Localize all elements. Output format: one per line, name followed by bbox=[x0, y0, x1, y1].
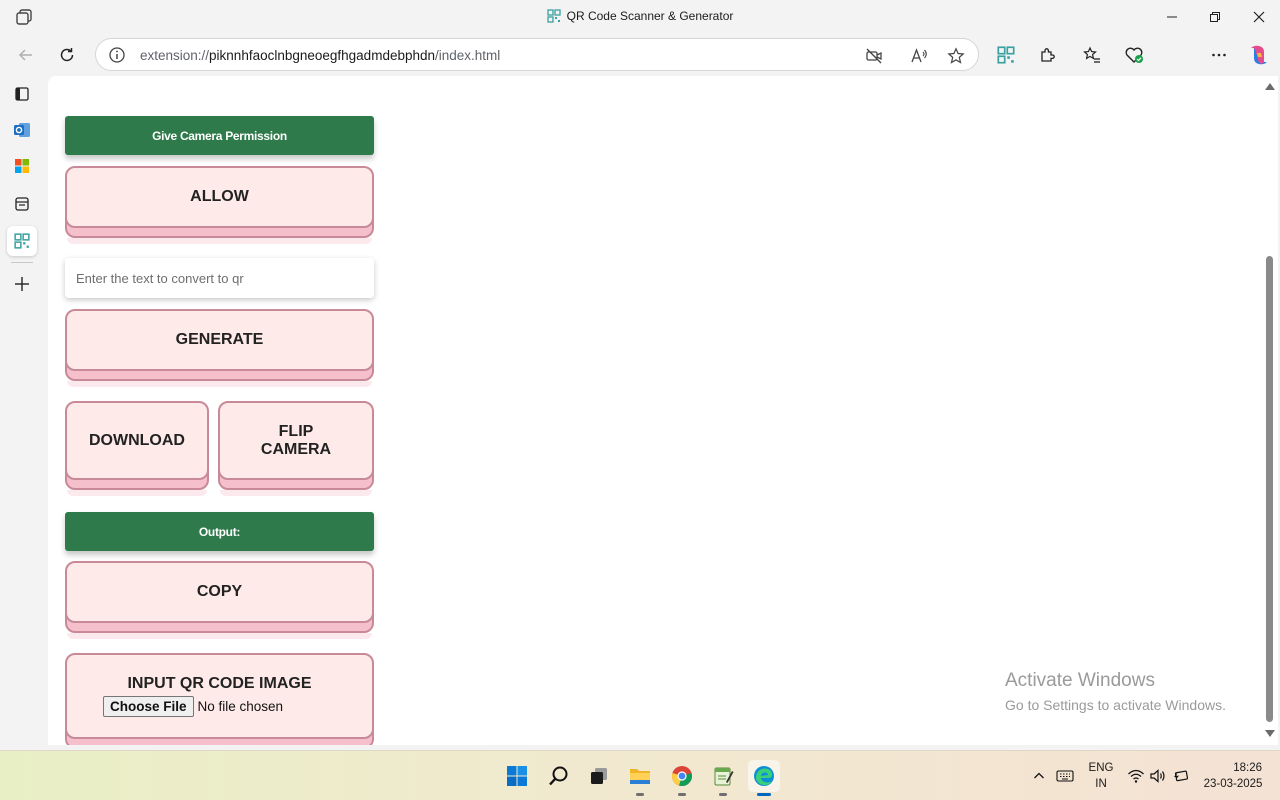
activate-windows-watermark: Activate Windows Go to Settings to activ… bbox=[1005, 670, 1226, 713]
clock-date: 23-03-2025 bbox=[1203, 778, 1263, 790]
scroll-down-arrow[interactable] bbox=[1265, 730, 1275, 737]
page-content: Give Camera Permission ALLOW GENERATE DO… bbox=[48, 76, 1262, 745]
language-indicator[interactable]: ENG IN bbox=[1087, 760, 1115, 792]
refresh-button[interactable] bbox=[51, 39, 83, 71]
qr-sidebar-app-icon[interactable] bbox=[7, 226, 37, 256]
input-qr-image-label: INPUT QR CODE IMAGE bbox=[127, 675, 312, 692]
input-qr-image-panel: INPUT QR CODE IMAGE Choose File No file … bbox=[65, 653, 374, 745]
file-explorer-icon[interactable] bbox=[624, 760, 656, 796]
title-bar: QR Code Scanner & Generator bbox=[0, 0, 1280, 34]
flip-camera-line1: FLIP bbox=[278, 422, 314, 440]
search-icon[interactable] bbox=[543, 760, 575, 792]
add-sidebar-app-icon[interactable] bbox=[7, 269, 37, 299]
tab-actions-icon[interactable] bbox=[7, 79, 37, 109]
edge-sidebar bbox=[0, 76, 46, 750]
chrome-icon[interactable] bbox=[666, 760, 698, 796]
camera-permission-header: Give Camera Permission bbox=[65, 116, 374, 155]
language-code: ENG bbox=[1088, 762, 1114, 774]
close-button[interactable] bbox=[1237, 0, 1280, 34]
allow-button-label: ALLOW bbox=[65, 166, 374, 228]
restore-button[interactable] bbox=[1193, 0, 1237, 34]
notepad-icon[interactable] bbox=[707, 760, 739, 796]
file-input[interactable]: Choose File No file chosen bbox=[103, 696, 283, 717]
qr-app-icon bbox=[546, 9, 561, 23]
calendar-tools-icon[interactable] bbox=[7, 189, 37, 219]
address-bar[interactable]: extension://piknnhfaoclnbgneoegfhgadmdeb… bbox=[95, 38, 979, 71]
site-info-icon[interactable] bbox=[108, 46, 126, 64]
file-status-text: No file chosen bbox=[197, 698, 284, 714]
battery-icon[interactable] bbox=[1170, 760, 1192, 792]
keyboard-icon[interactable] bbox=[1052, 760, 1078, 792]
outlook-icon[interactable] bbox=[7, 115, 37, 145]
url-text[interactable]: extension://piknnhfaoclnbgneoegfhgadmdeb… bbox=[140, 48, 500, 63]
more-options-icon[interactable] bbox=[1203, 39, 1235, 71]
camera-blocked-icon[interactable] bbox=[863, 45, 885, 67]
region-code: IN bbox=[1095, 778, 1107, 790]
sidebar-divider bbox=[11, 262, 33, 263]
copilot-icon[interactable] bbox=[1243, 39, 1275, 71]
browser-essentials-icon[interactable] bbox=[1118, 39, 1150, 71]
clock-time: 18:26 bbox=[1233, 762, 1262, 774]
active-indicator bbox=[757, 793, 771, 796]
microsoft365-icon[interactable] bbox=[7, 151, 37, 181]
url-scheme: extension:// bbox=[140, 48, 210, 63]
clock[interactable]: 18:26 23-03-2025 bbox=[1200, 760, 1266, 792]
copy-button-label: COPY bbox=[65, 561, 374, 623]
generate-button-label: GENERATE bbox=[65, 309, 374, 371]
url-host: piknnhfaoclnbgneoegfhgadmdebphdn bbox=[209, 48, 435, 63]
window-title-text: QR Code Scanner & Generator bbox=[566, 9, 734, 23]
allow-button[interactable]: ALLOW bbox=[65, 166, 374, 244]
flip-camera-button[interactable]: FLIP CAMERA bbox=[218, 401, 374, 496]
start-icon[interactable] bbox=[501, 760, 533, 792]
windows-taskbar: ENG IN 18:26 23-03-2025 bbox=[0, 750, 1280, 800]
choose-file-button[interactable]: Choose File bbox=[103, 696, 194, 717]
activate-windows-title: Activate Windows bbox=[1005, 670, 1155, 691]
extensions-puzzle-icon[interactable] bbox=[1031, 39, 1063, 71]
edge-taskbar-icon[interactable] bbox=[748, 760, 780, 796]
qr-extension-icon[interactable] bbox=[990, 39, 1022, 71]
show-hidden-icons-chevron-icon[interactable] bbox=[1029, 760, 1049, 792]
favorites-icon[interactable] bbox=[1076, 39, 1108, 71]
generate-button[interactable]: GENERATE bbox=[65, 309, 374, 387]
url-path: /index.html bbox=[435, 48, 501, 63]
copy-button[interactable]: COPY bbox=[65, 561, 374, 639]
input-qr-image-face: INPUT QR CODE IMAGE Choose File No file … bbox=[65, 653, 374, 739]
running-indicator bbox=[719, 793, 727, 796]
favorite-star-icon[interactable] bbox=[945, 45, 967, 67]
volume-icon[interactable] bbox=[1147, 760, 1169, 792]
scrollbar-thumb[interactable] bbox=[1266, 256, 1273, 722]
scroll-up-arrow[interactable] bbox=[1265, 83, 1275, 90]
browser-toolbar: extension://piknnhfaoclnbgneoegfhgadmdeb… bbox=[0, 34, 1280, 100]
download-button-label: DOWNLOAD bbox=[65, 401, 209, 480]
read-aloud-icon[interactable] bbox=[908, 45, 930, 67]
running-indicator bbox=[678, 793, 686, 796]
running-indicator bbox=[636, 793, 644, 796]
download-button[interactable]: DOWNLOAD bbox=[65, 401, 209, 496]
flip-camera-line2: CAMERA bbox=[260, 440, 332, 458]
activate-windows-subtitle: Go to Settings to activate Windows. bbox=[1005, 697, 1226, 713]
task-view-icon[interactable] bbox=[583, 760, 615, 792]
flip-camera-button-label: FLIP CAMERA bbox=[218, 401, 374, 480]
back-button[interactable] bbox=[10, 39, 42, 71]
window-title: QR Code Scanner & Generator bbox=[0, 9, 1280, 23]
minimize-button[interactable] bbox=[1150, 0, 1194, 34]
wifi-icon[interactable] bbox=[1125, 760, 1147, 792]
output-header: Output: bbox=[65, 512, 374, 551]
qr-text-input[interactable] bbox=[65, 258, 374, 298]
